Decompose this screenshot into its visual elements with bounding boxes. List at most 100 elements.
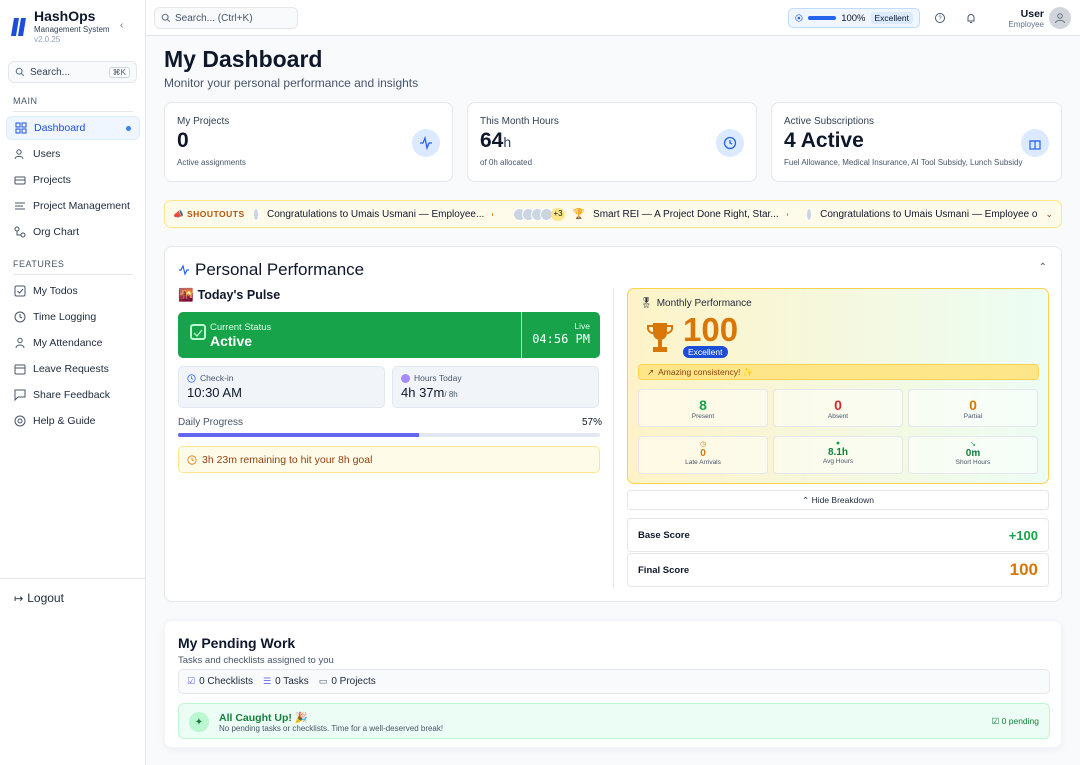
shoutout-item[interactable]: Congratulations to Umais Usmani — Employ… xyxy=(820,209,1037,220)
sidebar-item-projects[interactable]: Projects xyxy=(6,168,140,192)
sidebar-item-label: Leave Requests xyxy=(33,363,109,375)
shoutout-item[interactable]: Congratulations to Umais Usmani — Employ… xyxy=(267,209,484,220)
clock-icon xyxy=(187,373,196,383)
folder-icon: ▭ xyxy=(318,676,328,686)
consistency-note: ↗ Amazing consistency! ✨ xyxy=(638,364,1039,380)
section-features: FEATURES xyxy=(13,259,133,275)
sidebar-item-my-todos[interactable]: My Todos xyxy=(6,279,140,303)
section-title: Personal Performance xyxy=(178,260,364,280)
sidebar-item-label: Dashboard xyxy=(34,122,86,134)
sidebar-item-label: Org Chart xyxy=(33,226,80,238)
list-icon xyxy=(15,202,25,210)
trophy-icon: 🏆 xyxy=(572,208,586,220)
chevron-up-icon: ⌃ xyxy=(802,495,810,505)
progress-label: Daily Progress xyxy=(178,417,244,428)
chevron-down-icon[interactable]: ⌄ xyxy=(1045,209,1053,220)
help-icon xyxy=(14,415,26,427)
live-time: 04:56 PM xyxy=(532,332,590,346)
separator-dot xyxy=(492,212,494,216)
daily-progress-bar xyxy=(178,433,600,437)
sidebar-item-help-guide[interactable]: Help & Guide xyxy=(6,409,140,433)
collapse-icon[interactable]: ⌃ xyxy=(1039,262,1047,273)
stat-label: Active Subscriptions xyxy=(784,116,875,127)
section-main: MAIN xyxy=(13,96,133,112)
base-score-label: Base Score xyxy=(638,529,690,541)
check-icon xyxy=(190,324,206,340)
sidebar-item-label: My Attendance xyxy=(33,337,103,349)
hide-breakdown-button[interactable]: ⌃ Hide Breakdown xyxy=(627,490,1049,510)
tab-projects[interactable]: ▭ 0 Projects xyxy=(319,676,376,687)
monthly-title: 🎖 Monthly Performance xyxy=(640,298,752,309)
user-role: Employee xyxy=(1008,20,1044,29)
user-info[interactable]: User Employee xyxy=(1006,8,1044,29)
metric-partial: 0 Partial xyxy=(908,389,1038,427)
score-badge: Excellent xyxy=(870,12,913,24)
shoutouts-label: 📣 SHOUTOUTS xyxy=(173,208,245,219)
tasks-icon: ☰ xyxy=(262,676,272,686)
checklist-icon: ☑ xyxy=(187,676,196,686)
person-icon xyxy=(15,337,25,349)
monthly-badge: Excellent xyxy=(683,346,728,358)
avatar[interactable] xyxy=(1049,7,1071,29)
sidebar-item-dashboard[interactable]: Dashboard xyxy=(6,116,140,140)
stat-card-projects: My Projects 0 Active assignments xyxy=(164,102,453,182)
live-label: Live xyxy=(574,321,590,331)
award-icon: 🎖 xyxy=(640,298,653,309)
sidebar-item-leave-requests[interactable]: Leave Requests xyxy=(6,357,140,381)
all-caught-up-banner: ✦ All Caught Up! 🎉 No pending tasks or c… xyxy=(178,703,1050,739)
sidebar-item-label: Time Logging xyxy=(33,311,97,323)
sidebar-item-label: Projects xyxy=(33,174,71,186)
logout-button[interactable]: ↦ Logout xyxy=(0,578,146,605)
score-indicator[interactable]: 100% Excellent xyxy=(788,8,920,28)
stat-value: 64h xyxy=(480,129,512,152)
clock-icon xyxy=(401,373,410,383)
stat-label: My Projects xyxy=(177,116,230,127)
tab-tasks[interactable]: ☰ 0 Tasks xyxy=(263,676,309,687)
avatar-group: +3 xyxy=(513,207,565,221)
avatar xyxy=(252,207,259,221)
sidebar-item-project-management[interactable]: Project Management xyxy=(6,194,140,218)
metric-short-hours: ↘ 0m Short Hours xyxy=(908,436,1038,474)
calendar-icon xyxy=(14,364,26,375)
page-subtitle: Monitor your personal performance and in… xyxy=(164,76,419,90)
shoutouts-ticker[interactable]: 📣 SHOUTOUTS Congratulations to Umais Usm… xyxy=(164,200,1062,228)
final-score-value: 100 xyxy=(1009,560,1038,579)
stat-sub: Fuel Allowance, Medical Insurance, AI To… xyxy=(784,158,1023,167)
final-score-row: Final Score 100 xyxy=(627,553,1049,587)
monthly-score: 100 xyxy=(683,311,739,348)
search-shortcut: ⌘K xyxy=(108,66,130,78)
shoutout-item[interactable]: Smart REI — A Project Done Right, Star..… xyxy=(593,209,779,220)
help-icon[interactable]: ? xyxy=(934,12,946,24)
feedback-icon xyxy=(14,389,26,401)
collapse-sidebar-icon[interactable]: ‹ xyxy=(120,20,123,31)
global-search-placeholder: Search... (Ctrl+K) xyxy=(175,12,253,24)
sidebar-item-time-logging[interactable]: Time Logging xyxy=(6,305,140,329)
stat-card-hours: This Month Hours 64h of 0h allocated xyxy=(467,102,757,182)
sidebar-search[interactable]: Search... ⌘K xyxy=(8,61,137,83)
stat-sub: of 0h allocated xyxy=(480,158,533,167)
clock-icon xyxy=(14,311,26,323)
sidebar-item-share-feedback[interactable]: Share Feedback xyxy=(6,383,140,407)
activity-icon xyxy=(179,264,189,276)
topbar: Search... (Ctrl+K) 100% Excellent ? User… xyxy=(146,0,1080,36)
pending-work-card: My Pending Work Tasks and checklists ass… xyxy=(164,620,1062,748)
status-label: Current Status xyxy=(210,322,272,333)
sidebar-item-label: Share Feedback xyxy=(33,389,111,401)
sidebar-search-placeholder: Search... xyxy=(30,66,71,78)
metric-absent: 0 Absent xyxy=(773,389,903,427)
check-square-icon xyxy=(14,285,26,297)
final-score-label: Final Score xyxy=(638,564,690,576)
global-search-input[interactable]: Search... (Ctrl+K) xyxy=(154,7,298,29)
sidebar-item-org-chart[interactable]: Org Chart xyxy=(6,220,140,244)
clock-icon xyxy=(716,129,744,157)
stat-sub: Active assignments xyxy=(177,158,246,167)
sidebar-item-label: Help & Guide xyxy=(33,415,96,427)
sidebar-item-my-attendance[interactable]: My Attendance xyxy=(6,331,140,355)
status-value: Active xyxy=(210,333,253,349)
tab-checklists[interactable]: ☑ 0 Checklists xyxy=(187,676,253,687)
target-icon: ● xyxy=(835,440,841,447)
checkin-value: 10:30 AM xyxy=(187,385,242,400)
bell-icon[interactable] xyxy=(965,12,977,24)
sidebar-item-users[interactable]: Users xyxy=(6,142,140,166)
base-score-row: Base Score +100 xyxy=(627,518,1049,552)
